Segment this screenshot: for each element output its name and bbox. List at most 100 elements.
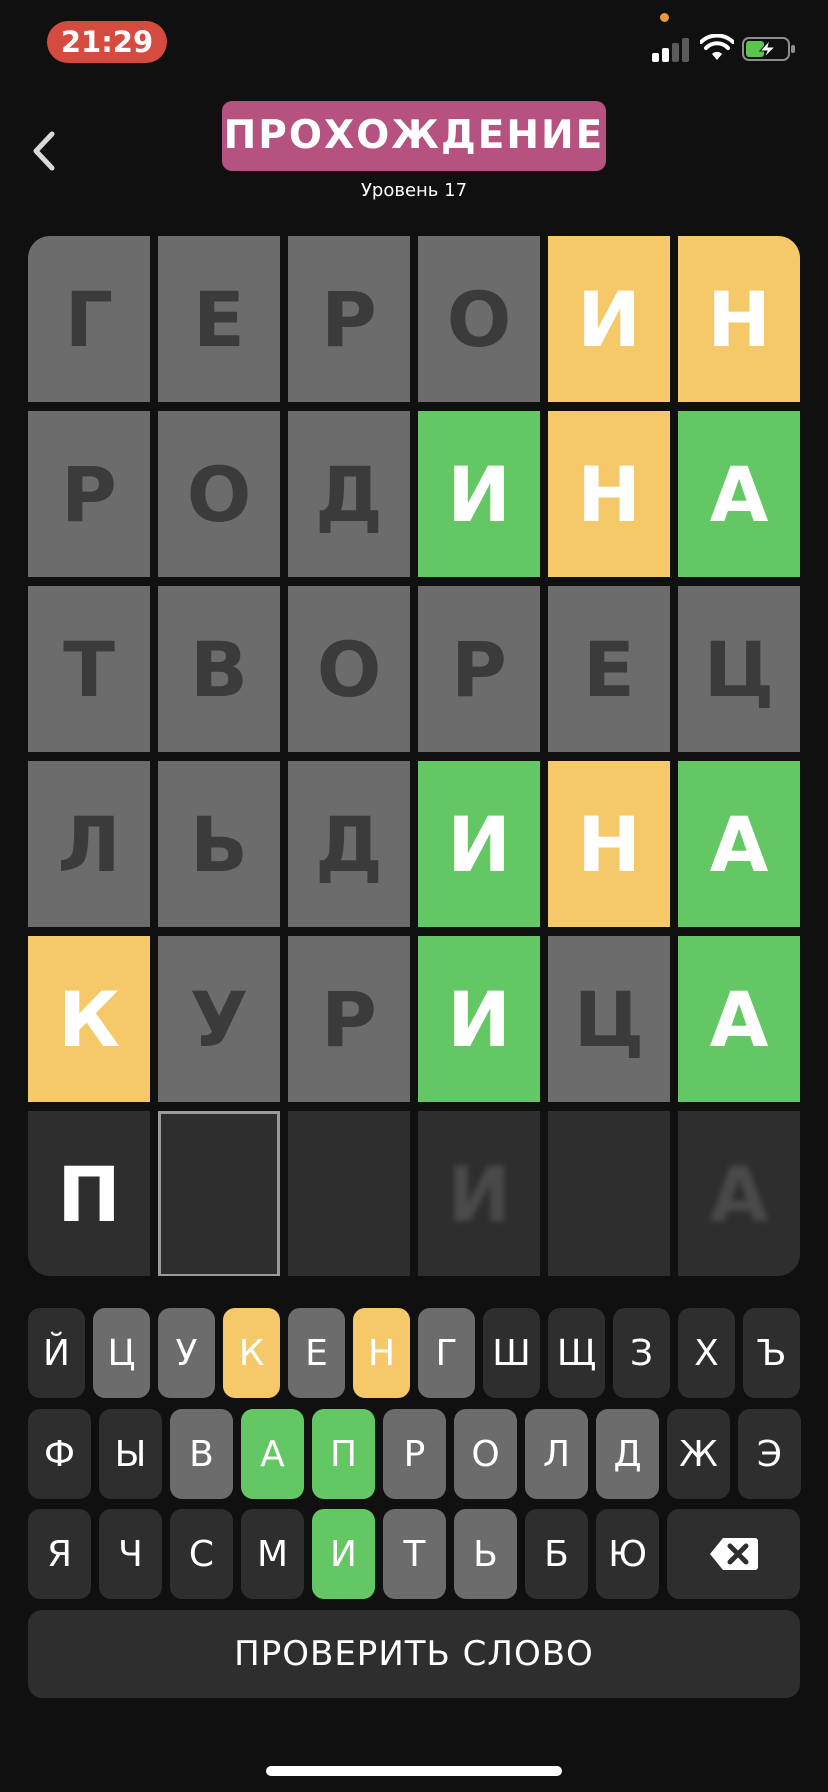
tile-letter: О [186,449,252,539]
tile-letter: И [577,274,641,364]
key[interactable]: Л [525,1409,588,1499]
key[interactable]: В [170,1409,233,1499]
backspace-icon [709,1538,758,1570]
board-tile: Л [28,761,150,927]
key[interactable]: Ч [99,1509,162,1599]
tile-letter: Д [315,799,383,889]
key[interactable]: И [312,1509,375,1599]
tile-letter: А [709,799,769,889]
key[interactable]: Г [418,1308,475,1398]
board-tile [548,1111,670,1276]
key[interactable]: У [158,1308,215,1398]
tile-letter: Р [321,974,377,1064]
key[interactable]: Д [596,1409,659,1499]
board-tile: А [678,761,800,927]
back-chevron-icon[interactable] [26,128,66,174]
tile-letter: И [447,449,511,539]
board-tile: А [678,1111,800,1276]
key[interactable]: Е [288,1308,345,1398]
check-word-button[interactable]: ПРОВЕРИТЬ СЛОВО [28,1610,800,1698]
tile-letter: Р [61,449,117,539]
key[interactable]: П [312,1409,375,1499]
tile-letter: Ц [573,974,645,1064]
board-tile: И [418,411,540,577]
wifi-icon [700,34,734,60]
key[interactable]: А [241,1409,304,1499]
board-tile: А [678,936,800,1102]
board-tile: Р [418,586,540,752]
board-tile: У [158,936,280,1102]
tile-letter: О [316,624,382,714]
board-tile: Е [158,236,280,402]
tile-letter: Т [63,624,115,714]
board-tile: Н [548,761,670,927]
tile-letter: Ц [703,624,775,714]
key[interactable]: Р [383,1409,446,1499]
board-tile: И [418,761,540,927]
tile-letter: Н [577,799,641,889]
board-tile: А [678,411,800,577]
home-indicator [266,1766,562,1776]
board-tile: И [418,936,540,1102]
board-tile: О [158,411,280,577]
key[interactable]: Х [678,1308,735,1398]
key[interactable]: Н [353,1308,410,1398]
tile-letter: Р [451,624,507,714]
board-tile: Ц [548,936,670,1102]
key[interactable]: Й [28,1308,85,1398]
key[interactable]: М [241,1509,304,1599]
key[interactable]: Э [738,1409,801,1499]
page-title: ПРОХОЖДЕНИЕ [222,101,606,171]
tile-letter: Е [583,624,635,714]
key[interactable]: Т [383,1509,446,1599]
key[interactable]: Ж [667,1409,730,1499]
board-tile [288,1111,410,1276]
key[interactable]: О [454,1409,517,1499]
key[interactable]: С [170,1509,233,1599]
key[interactable]: Щ [548,1308,605,1398]
tile-letter: А [709,974,769,1064]
tile-letter: Ь [190,799,248,889]
tile-letter: Е [193,274,245,364]
tile-letter: В [190,624,248,714]
cellular-signal-icon [652,36,690,62]
key[interactable]: К [223,1308,280,1398]
tile-letter: У [189,974,249,1064]
tile-letter: П [57,1149,121,1239]
board-tile: О [418,236,540,402]
tile-letter: Д [315,449,383,539]
key[interactable]: Ц [93,1308,150,1398]
board-tile: Н [548,411,670,577]
key[interactable]: З [613,1308,670,1398]
key[interactable]: Б [525,1509,588,1599]
tile-letter: И [447,974,511,1064]
battery-charging-icon [742,37,795,61]
tile-letter: А [709,1149,769,1239]
board-tile [158,1111,280,1276]
status-time: 21:29 [47,21,167,63]
board-tile: И [418,1111,540,1276]
board-tile: Г [28,236,150,402]
tile-letter: Г [64,274,114,364]
backspace-key[interactable] [667,1509,800,1599]
key[interactable]: Ъ [743,1308,800,1398]
board-tile: Ц [678,586,800,752]
board-tile: К [28,936,150,1102]
board-tile: Т [28,586,150,752]
board-tile: Д [288,761,410,927]
tile-letter: И [447,799,511,889]
tile-letter: А [709,449,769,539]
key[interactable]: Ш [483,1308,540,1398]
board-tile: Р [28,411,150,577]
key[interactable]: Ю [596,1509,659,1599]
tile-letter: Л [57,799,121,889]
board-tile: И [548,236,670,402]
tile-letter: Р [321,274,377,364]
tile-letter: И [447,1149,511,1239]
key[interactable]: Ь [454,1509,517,1599]
key[interactable]: Ф [28,1409,91,1499]
key[interactable]: Я [28,1509,91,1599]
board-tile: П [28,1111,150,1276]
key[interactable]: Ы [99,1409,162,1499]
board-tile: Ь [158,761,280,927]
